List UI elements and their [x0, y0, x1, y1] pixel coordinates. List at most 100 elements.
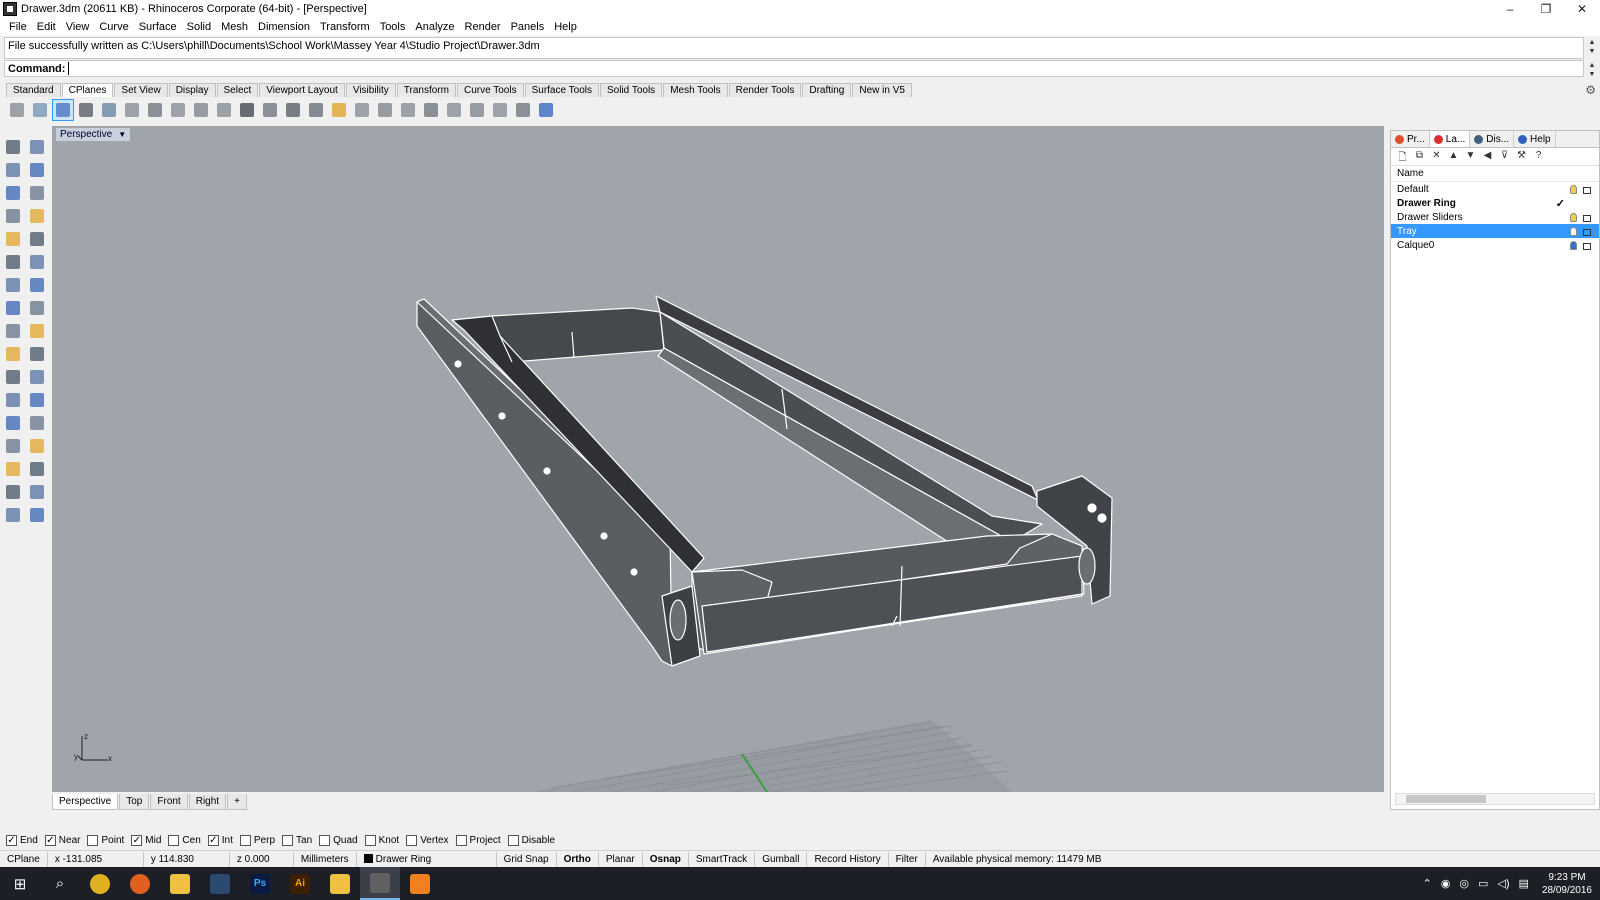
scroll-down-icon[interactable]: ▼: [1589, 47, 1596, 56]
panel-tab-3[interactable]: Help: [1514, 131, 1556, 147]
cplane-set-icon[interactable]: [351, 99, 373, 121]
horizontal-scrollbar[interactable]: [1395, 793, 1595, 805]
help-icon[interactable]: ?: [1531, 150, 1546, 164]
add-viewport-tab[interactable]: +: [227, 794, 247, 810]
menu-transform[interactable]: Transform: [315, 21, 375, 33]
scroll-down-icon[interactable]: ▼: [1589, 70, 1596, 79]
osnap-checkbox[interactable]: [282, 834, 294, 846]
rotate-icon[interactable]: [2, 389, 24, 411]
panel-tab-1[interactable]: La...: [1429, 131, 1471, 147]
ungroup-icon[interactable]: [26, 366, 48, 388]
toolbar-tab-mesh-tools[interactable]: Mesh Tools: [663, 83, 728, 97]
split-icon[interactable]: [26, 320, 48, 342]
photoshop-taskbar-icon[interactable]: Ps: [240, 867, 280, 900]
viewport-title[interactable]: Perspective ▼: [56, 128, 131, 141]
cplane-rotate-icon[interactable]: [98, 99, 120, 121]
filter-toggle[interactable]: Filter: [889, 851, 926, 867]
arc-icon[interactable]: [2, 228, 24, 250]
ellipse-icon[interactable]: [26, 182, 48, 204]
osnap-end[interactable]: ✓ End: [6, 834, 38, 846]
toolbar-tab-display[interactable]: Display: [168, 83, 216, 97]
cplane-world-top-icon[interactable]: [6, 99, 28, 121]
layer-row[interactable]: Drawer Sliders: [1391, 210, 1599, 224]
toolbar-tab-set-view[interactable]: Set View: [114, 83, 168, 97]
join-icon[interactable]: [26, 343, 48, 365]
toolbar-tab-new-in-v5[interactable]: New in V5: [852, 83, 912, 97]
menu-edit[interactable]: Edit: [32, 21, 61, 33]
toolbar-tab-solid-tools[interactable]: Solid Tools: [600, 83, 663, 97]
folder-taskbar-icon[interactable]: [320, 867, 360, 900]
tools-icon[interactable]: ⚒: [1514, 150, 1529, 164]
toolbar-tab-visibility[interactable]: Visibility: [345, 83, 396, 97]
osnap-mid[interactable]: ✓ Mid: [131, 834, 161, 846]
osnap-checkbox[interactable]: [406, 834, 418, 846]
loft-icon[interactable]: [26, 297, 48, 319]
current-layer[interactable]: Drawer Ring: [357, 851, 497, 867]
illustrator-taskbar-icon[interactable]: Ai: [280, 867, 320, 900]
planar-toggle[interactable]: Planar: [599, 851, 643, 867]
array-icon[interactable]: [2, 435, 24, 457]
osnap-vertex[interactable]: Vertex: [406, 834, 449, 846]
osnap-knot[interactable]: Knot: [364, 834, 399, 846]
cplane-previous-icon[interactable]: [512, 99, 534, 121]
scrollbar-thumb[interactable]: [1406, 795, 1486, 803]
toolbar-tab-cplanes[interactable]: CPlanes: [61, 83, 114, 97]
select-icon[interactable]: [2, 136, 24, 158]
osnap-tan[interactable]: Tan: [282, 834, 312, 846]
cplane-align-icon[interactable]: [420, 99, 442, 121]
grid-snap-toggle[interactable]: Grid Snap: [497, 851, 557, 867]
curve-icon[interactable]: [26, 159, 48, 181]
cplane-undo-icon[interactable]: [236, 99, 258, 121]
osnap-checkbox[interactable]: [87, 834, 99, 846]
toolbar-tab-render-tools[interactable]: Render Tools: [728, 83, 802, 97]
scale-icon[interactable]: [26, 389, 48, 411]
fillet-icon[interactable]: [26, 228, 48, 250]
cplane-origin-icon[interactable]: [397, 99, 419, 121]
chrome-taskbar-icon[interactable]: [80, 867, 120, 900]
delete-icon[interactable]: ✕: [1429, 150, 1444, 164]
extrude-icon[interactable]: [26, 251, 48, 273]
osnap-checkbox[interactable]: [364, 834, 376, 846]
viewport-tab-perspective[interactable]: Perspective: [52, 794, 119, 810]
copy-icon[interactable]: [26, 412, 48, 434]
menu-surface[interactable]: Surface: [134, 21, 182, 33]
toolbar-tab-viewport-layout[interactable]: Viewport Layout: [259, 83, 345, 97]
steam-tray-icon[interactable]: ◎: [1459, 877, 1469, 890]
cplane-named-icon[interactable]: [259, 99, 281, 121]
volume-icon[interactable]: ◁): [1497, 877, 1509, 890]
toolbar-tab-standard[interactable]: Standard: [6, 83, 61, 97]
panel-tab-2[interactable]: Dis...: [1470, 131, 1515, 147]
trim-icon[interactable]: [2, 343, 24, 365]
toolbar-tab-drafting[interactable]: Drafting: [802, 83, 852, 97]
network-icon[interactable]: ▭: [1478, 877, 1488, 890]
analyze-icon[interactable]: [2, 481, 24, 503]
menu-solid[interactable]: Solid: [182, 21, 216, 33]
layer-row[interactable]: Tray: [1391, 224, 1599, 238]
circle-icon[interactable]: [2, 182, 24, 204]
toolbar-tab-surface-tools[interactable]: Surface Tools: [524, 83, 599, 97]
close-button[interactable]: ✕: [1564, 0, 1600, 18]
cplane-object-icon[interactable]: [52, 99, 74, 121]
menu-render[interactable]: Render: [460, 21, 506, 33]
polyline-icon[interactable]: [2, 159, 24, 181]
menu-panels[interactable]: Panels: [506, 21, 550, 33]
grid-icon[interactable]: [26, 458, 48, 480]
scroll-up-icon[interactable]: ▲: [1589, 38, 1596, 47]
cplane-flip-icon[interactable]: [443, 99, 465, 121]
lightbulb-icon[interactable]: [1570, 184, 1577, 194]
cplane-y-axis-icon[interactable]: [190, 99, 212, 121]
group-icon[interactable]: [2, 366, 24, 388]
rectangle-icon[interactable]: [26, 205, 48, 227]
menu-tools[interactable]: Tools: [375, 21, 411, 33]
discord-icon[interactable]: ◉: [1441, 877, 1451, 890]
cplane-open-icon[interactable]: [328, 99, 350, 121]
cplane-elevation-icon[interactable]: [29, 99, 51, 121]
record-history-toggle[interactable]: Record History: [807, 851, 889, 867]
osnap-checkbox[interactable]: ✓: [44, 834, 56, 846]
box-icon[interactable]: [2, 274, 24, 296]
move-down-icon[interactable]: ▼: [1463, 150, 1478, 164]
osnap-checkbox[interactable]: [239, 834, 251, 846]
command-scroll-arrows[interactable]: ▲ ▼: [1586, 61, 1598, 79]
toolbar-tab-curve-tools[interactable]: Curve Tools: [456, 83, 524, 97]
perspective-viewport[interactable]: Perspective ▼ z y x: [52, 126, 1384, 792]
